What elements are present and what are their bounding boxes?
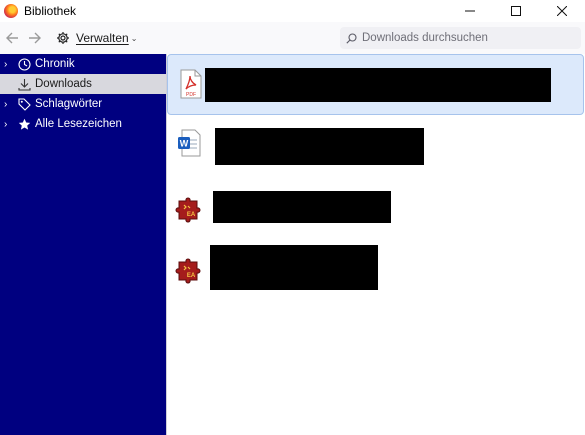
sidebar-item-label: Chronik [35, 58, 75, 70]
redacted-filename [210, 245, 378, 290]
pdf-label: PDF [186, 92, 196, 98]
firefox-app-icon [4, 4, 18, 18]
sidebar-item-label: Downloads [35, 78, 92, 90]
puzzle-app-icon: EA [175, 192, 207, 224]
download-item[interactable]: EA [167, 244, 583, 292]
app-label: EA [187, 212, 196, 218]
tags-icon [17, 97, 31, 111]
close-button[interactable] [539, 0, 585, 22]
sidebar-item-label: Schlagwörter [35, 98, 103, 110]
chevron-right-icon[interactable]: › [4, 119, 12, 130]
word-file-icon: W [177, 129, 201, 157]
sidebar-item-tags[interactable]: › Schlagwörter [0, 94, 166, 114]
back-button[interactable] [1, 27, 23, 49]
star-icon [17, 117, 31, 131]
download-item[interactable]: EA [167, 186, 583, 228]
maximize-icon [511, 6, 521, 16]
pdf-file-icon: PDF [180, 69, 202, 99]
close-icon [557, 6, 567, 16]
search-input[interactable] [362, 32, 572, 44]
arrow-right-icon [29, 32, 41, 44]
organize-label: Verwalten [76, 31, 129, 45]
clock-icon [17, 57, 31, 71]
app-label: EA [187, 273, 196, 279]
redacted-filename [215, 128, 424, 165]
download-icon [17, 77, 31, 91]
chevron-right-icon[interactable]: › [4, 99, 12, 110]
search-icon [346, 32, 357, 44]
maximize-button[interactable] [493, 0, 539, 22]
gear-icon [57, 32, 69, 44]
library-sidebar: › Chronik › Downloads › Schlagwörter › A… [0, 54, 166, 435]
download-item[interactable]: PDF [167, 54, 584, 115]
toolbar: Verwalten ⌄ [0, 22, 585, 54]
download-item[interactable]: W [167, 124, 583, 166]
downloads-list: PDF W EA EA [167, 54, 585, 435]
window-controls [447, 0, 585, 22]
organize-button[interactable]: Verwalten ⌄ [52, 27, 141, 49]
window-title: Bibliothek [24, 4, 77, 18]
sidebar-item-all-bookmarks[interactable]: › Alle Lesezeichen [0, 114, 166, 134]
chevron-down-icon: ⌄ [130, 33, 138, 43]
arrow-left-icon [6, 32, 18, 44]
minimize-button[interactable] [447, 0, 493, 22]
puzzle-app-icon: EA [175, 253, 207, 285]
minimize-icon [465, 10, 475, 12]
sidebar-item-downloads[interactable]: › Downloads [0, 74, 166, 94]
title-bar: Bibliothek [0, 0, 585, 22]
redacted-filename [213, 191, 391, 223]
sidebar-item-label: Alle Lesezeichen [35, 118, 122, 130]
forward-button[interactable] [24, 27, 46, 49]
redacted-filename [205, 68, 551, 102]
chevron-right-icon[interactable]: › [4, 59, 12, 70]
search-box[interactable] [340, 27, 581, 49]
word-label: W [180, 139, 189, 149]
sidebar-item-history[interactable]: › Chronik [0, 54, 166, 74]
